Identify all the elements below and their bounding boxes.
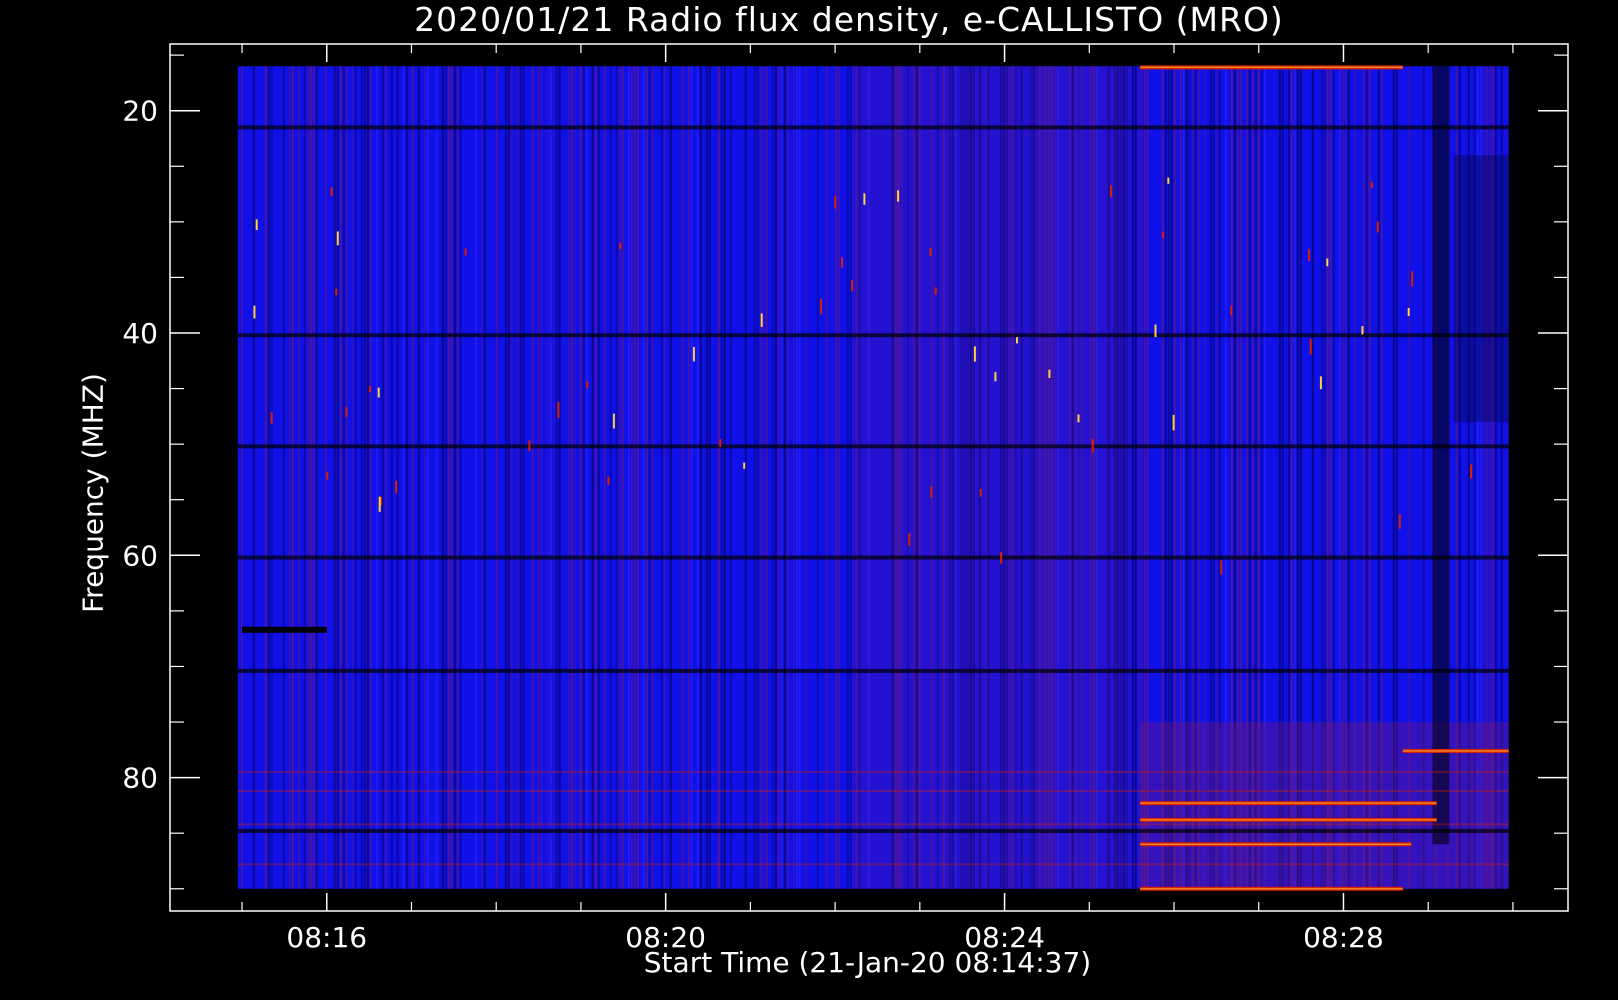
bright-band-core-3: [1140, 819, 1437, 821]
spectrogram-chart: 08:16 08:20 08:24 08:2820406080: [122, 43, 1569, 954]
faint-band-1: [237, 789, 1509, 792]
dark-band-0: [237, 125, 1509, 130]
dark-segment-left: [242, 626, 327, 633]
bright-band-core-0: [1140, 66, 1403, 69]
y-axis-label: Frequency (MHZ): [76, 373, 110, 613]
bright-band-core-1: [1402, 750, 1509, 752]
bright-band-core-4: [1140, 843, 1412, 846]
dark-vertical-band: [1432, 66, 1450, 845]
dark-band-5: [237, 828, 1509, 833]
y-tick-label-0: 20: [122, 95, 158, 128]
dark-region-right: [1453, 155, 1509, 422]
y-tick-label-3: 80: [122, 762, 158, 795]
bright-band-core-2: [1140, 802, 1437, 804]
dark-band-3: [237, 555, 1509, 560]
x-axis-label: Start Time (21-Jan-20 08:14:37): [643, 946, 1092, 979]
dark-band-1: [237, 333, 1509, 338]
faint-band-2: [237, 823, 1509, 826]
dark-band-4: [237, 668, 1509, 673]
red-wash-region-middle: [852, 66, 1132, 889]
bright-band-core-5: [1140, 888, 1403, 890]
dark-band-2: [237, 444, 1509, 449]
faint-band-0: [237, 771, 1509, 774]
faint-band-3: [237, 863, 1509, 866]
y-tick-label-1: 40: [122, 317, 158, 350]
y-tick-label-2: 60: [122, 539, 158, 572]
